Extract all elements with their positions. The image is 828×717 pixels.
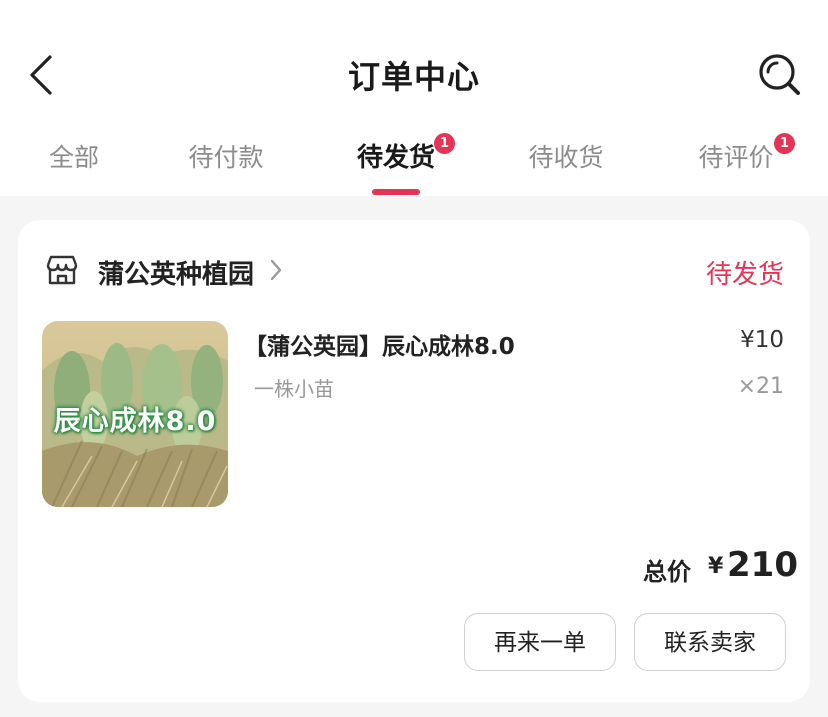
tab-pending-shipment[interactable]: 待发货 [357,137,435,174]
product-price: ¥10 [740,327,784,353]
product-variant: 一株小苗 [254,377,334,401]
total-label: 总价 [643,558,691,586]
thumbnail-caption: 辰心成林8.0 [53,406,217,437]
tab-all[interactable]: 全部 [49,138,99,174]
total-currency: ¥ [708,554,724,579]
tab-label: 待发货 [356,143,436,173]
reorder-button[interactable]: 再来一单 [464,613,616,671]
product-quantity: ×21 [737,374,784,399]
badge-pending-review: 1 [774,133,795,154]
search-icon [759,54,800,95]
tab-label: 待收货 [528,143,604,172]
search-button[interactable] [756,52,806,98]
chevron-right-icon[interactable] [266,257,286,283]
tab-label: 待付款 [188,143,264,172]
tab-pending-receipt[interactable]: 待收货 [528,138,603,174]
contact-seller-button[interactable]: 联系卖家 [634,613,786,671]
shop-name[interactable]: 蒲公英种植园 [98,254,254,291]
page-title: 订单中心 [347,58,480,96]
tab-pending-review[interactable]: 待评价 [698,138,773,174]
order-status: 待发货 [705,260,784,290]
store-icon [44,252,80,288]
badge-pending-shipment: 1 [434,133,455,154]
active-tab-indicator [372,189,420,195]
product-thumbnail[interactable]: 辰心成林8.0 [42,321,228,507]
tab-pending-payment[interactable]: 待付款 [188,138,263,174]
tab-label: 全部 [48,143,100,172]
product-title[interactable]: 【蒲公英园】辰心成林8.0 [244,327,515,361]
total-amount: 210 [727,545,798,585]
tab-label: 待评价 [698,143,774,172]
